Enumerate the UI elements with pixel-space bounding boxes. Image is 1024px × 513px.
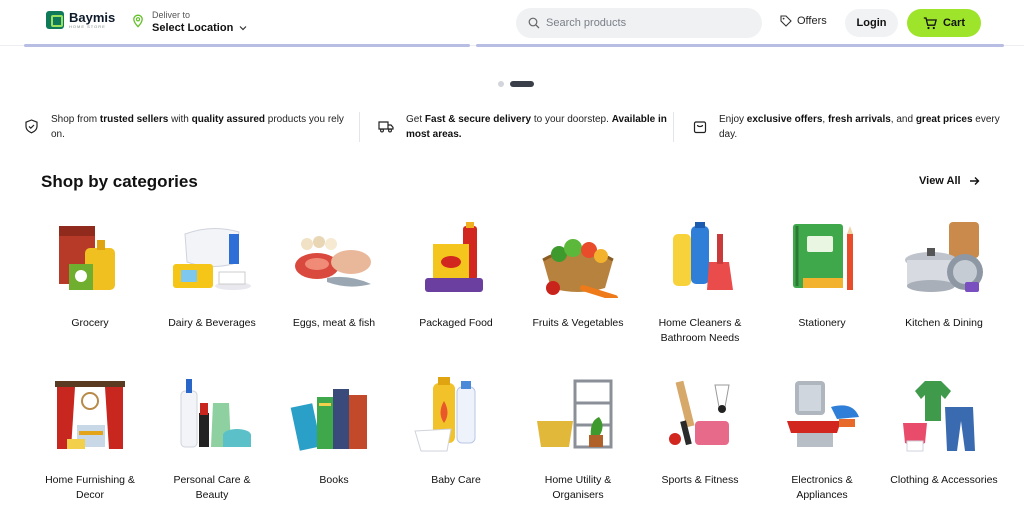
vegetables-icon	[533, 220, 623, 301]
category-card[interactable]: Home Utility & Organisers	[523, 377, 633, 503]
category-card[interactable]: Stationery	[767, 220, 877, 331]
meat-icon	[289, 220, 379, 298]
category-label: Electronics & Appliances	[791, 474, 853, 501]
select-location-label: Select Location	[152, 22, 234, 34]
shield-check-icon	[25, 119, 38, 134]
cleaners-icon	[655, 220, 745, 298]
utility-icon	[533, 377, 623, 455]
dairy-icon	[167, 220, 257, 298]
category-label: Clothing & Accessories	[890, 474, 998, 486]
search-bar[interactable]	[516, 8, 762, 38]
search-input[interactable]	[546, 17, 746, 29]
feature-text: Shop from trusted sellers with quality a…	[51, 114, 344, 140]
clothing-icon	[899, 377, 989, 455]
section-title: Shop by categories	[41, 172, 198, 191]
category-card[interactable]: Dairy & Beverages	[157, 220, 267, 331]
baby-care-icon	[411, 377, 501, 455]
category-label: Sports & Fitness	[661, 474, 739, 486]
chevron-down-icon	[239, 26, 247, 31]
category-label: Kitchen & Dining	[905, 317, 983, 329]
category-card[interactable]: Sports & Fitness	[645, 377, 755, 488]
category-card[interactable]: Baby Care	[401, 377, 511, 488]
cart-icon	[923, 16, 937, 29]
view-all-link[interactable]: View All	[919, 175, 980, 187]
category-label: Eggs, meat & fish	[292, 317, 376, 329]
category-label: Personal Care & Beauty	[173, 474, 251, 501]
category-card[interactable]: Kitchen & Dining	[889, 220, 999, 331]
banner-slide-right[interactable]	[476, 44, 1004, 47]
cart-label: Cart	[942, 17, 965, 29]
furnishing-icon	[45, 377, 135, 455]
books-icon	[289, 377, 379, 455]
divider	[359, 112, 360, 142]
category-label: Home Cleaners & Bathroom Needs	[658, 317, 742, 344]
kitchen-icon	[899, 220, 989, 298]
login-button[interactable]: Login	[845, 9, 898, 37]
category-label: Home Utility & Organisers	[544, 474, 612, 501]
feature-fast-delivery: Get Fast & secure delivery to your doors…	[378, 112, 668, 142]
stationery-icon	[777, 220, 867, 298]
feature-text: Enjoy exclusive offers, fresh arrivals, …	[719, 114, 1000, 140]
offers-link[interactable]: Offers	[780, 15, 827, 27]
grocery-icon	[45, 220, 135, 298]
category-label: Packaged Food	[419, 317, 493, 329]
logo-name: Baymis	[69, 10, 116, 25]
brand-logo[interactable]: Baymis HOME STORE	[46, 11, 115, 29]
carousel-dot-active[interactable]	[510, 81, 534, 87]
category-label: Baby Care	[431, 474, 481, 486]
category-label: Stationery	[798, 317, 846, 329]
category-card[interactable]: Fruits & Vegetables	[523, 220, 633, 331]
cart-button[interactable]: Cart	[907, 9, 981, 37]
category-card[interactable]: Home Furnishing & Decor	[35, 377, 145, 503]
category-card[interactable]: Electronics & Appliances	[767, 377, 877, 503]
category-card[interactable]: Grocery	[35, 220, 145, 331]
top-header: Baymis HOME STORE Deliver to Select Loca…	[0, 0, 1024, 46]
packaged-food-icon	[411, 220, 501, 298]
logo-tagline: HOME STORE	[69, 24, 106, 29]
category-card[interactable]: Clothing & Accessories	[889, 377, 999, 488]
category-card[interactable]: Eggs, meat & fish	[279, 220, 389, 331]
category-card[interactable]: Personal Care & Beauty	[157, 377, 267, 503]
location-selector[interactable]: Deliver to Select Location	[131, 10, 247, 34]
feature-exclusive-offers: Enjoy exclusive offers, fresh arrivals, …	[693, 112, 1004, 142]
arrow-right-icon	[969, 177, 980, 185]
electronics-icon	[777, 377, 867, 455]
shopping-bag-icon	[693, 121, 707, 134]
deliver-to-label: Deliver to	[152, 10, 191, 20]
category-card[interactable]: Packaged Food	[401, 220, 511, 331]
offers-label: Offers	[797, 15, 827, 27]
category-label: Home Furnishing & Decor	[45, 474, 135, 501]
category-label: Books	[319, 474, 349, 486]
feature-strip: Shop from trusted sellers with quality a…	[24, 112, 1004, 146]
location-pin-icon	[133, 14, 143, 28]
tag-icon	[780, 15, 792, 27]
category-card[interactable]: Books	[279, 377, 389, 488]
category-label: Fruits & Vegetables	[532, 317, 624, 329]
search-icon	[528, 17, 540, 29]
category-label: Dairy & Beverages	[168, 317, 256, 329]
feature-text: Get Fast & secure delivery to your doors…	[406, 114, 667, 140]
banner-slide-left[interactable]	[24, 44, 470, 47]
sports-icon	[655, 377, 745, 455]
personal-care-icon	[167, 377, 257, 455]
carousel-dot[interactable]	[498, 81, 504, 87]
delivery-truck-icon	[378, 121, 394, 133]
category-label: Grocery	[71, 317, 109, 329]
divider	[673, 112, 674, 142]
feature-trusted-sellers: Shop from trusted sellers with quality a…	[24, 112, 346, 142]
view-all-label: View All	[919, 175, 961, 187]
logo-icon	[46, 11, 64, 29]
category-card[interactable]: Home Cleaners & Bathroom Needs	[645, 220, 755, 346]
carousel-indicators	[498, 81, 534, 87]
